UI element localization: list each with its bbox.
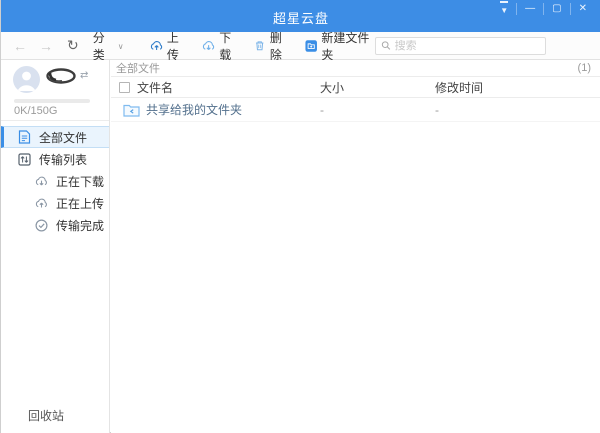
search-box[interactable]	[375, 37, 546, 55]
toolbar-actions: 上传 下载 删除 新建文件夹	[150, 29, 375, 63]
menu-dropdown-icon: ▼	[500, 1, 508, 18]
delete-button[interactable]: 删除	[254, 29, 291, 63]
cloud-up-icon	[35, 196, 49, 210]
file-modified: -	[435, 103, 600, 117]
window-title: 超星云盘	[273, 8, 329, 27]
cloud-download-icon	[202, 39, 215, 52]
category-label: 分类	[93, 29, 114, 63]
sidebar: ⇄ 0K/150G 全部文件 传输列表	[1, 60, 110, 433]
upload-button[interactable]: 上传	[150, 29, 188, 63]
cloud-down-icon	[35, 174, 49, 188]
forward-icon[interactable]: →	[39, 38, 53, 54]
refresh-icon[interactable]: ↻	[67, 37, 79, 54]
search-input[interactable]	[395, 40, 540, 52]
column-header-modified[interactable]: 修改时间	[435, 79, 600, 96]
shared-folder-icon	[123, 103, 140, 117]
chevron-down-icon: ∨	[118, 42, 124, 51]
search-icon	[381, 40, 391, 51]
sidebar-item-completed[interactable]: 传输完成	[1, 214, 109, 236]
item-count: (1)	[578, 62, 591, 74]
sidebar-item-label: 正在上传	[56, 195, 104, 212]
trash-icon	[254, 39, 265, 52]
delete-label: 删除	[270, 29, 291, 63]
download-label: 下载	[219, 29, 240, 63]
column-header-size[interactable]: 大小	[320, 79, 435, 96]
title-bar: 超星云盘 ▼ — ▢ ✕	[1, 0, 600, 32]
sidebar-item-label: 传输列表	[39, 151, 87, 168]
upload-label: 上传	[167, 29, 188, 63]
avatar[interactable]	[13, 66, 40, 93]
close-button[interactable]: ✕	[571, 0, 595, 18]
check-circle-icon	[35, 218, 49, 232]
person-icon	[13, 66, 40, 93]
sidebar-item-downloading[interactable]: 正在下载	[1, 170, 109, 192]
sidebar-item-recycle-bin[interactable]: 回收站	[28, 407, 64, 424]
new-folder-label: 新建文件夹	[321, 29, 374, 63]
select-all-checkbox[interactable]	[119, 82, 130, 93]
storage-usage: 0K/150G	[14, 105, 57, 117]
transfer-icon	[18, 152, 32, 166]
table-row[interactable]: 共享给我的文件夹 - -	[111, 98, 600, 122]
minimize-button[interactable]: —	[517, 0, 543, 18]
redacted-username	[46, 68, 76, 84]
maximize-button[interactable]: ▢	[544, 0, 569, 18]
table-header: 文件名 大小 修改时间	[111, 77, 600, 98]
new-folder-icon	[305, 39, 317, 53]
download-button[interactable]: 下载	[202, 29, 240, 63]
storage-progressbar	[14, 99, 90, 103]
window-menu-button[interactable]: ▼	[492, 0, 516, 20]
breadcrumb-row: 全部文件 (1)	[111, 60, 600, 77]
switch-account-icon[interactable]: ⇄	[80, 70, 88, 81]
cloud-upload-icon	[150, 39, 163, 52]
back-icon[interactable]: ←	[13, 38, 27, 54]
file-size: -	[320, 103, 435, 117]
sidebar-item-label: 全部文件	[39, 129, 87, 146]
sidebar-item-all-files[interactable]: 全部文件	[1, 126, 109, 148]
sidebar-item-uploading[interactable]: 正在上传	[1, 192, 109, 214]
new-folder-button[interactable]: 新建文件夹	[305, 29, 375, 63]
sidebar-item-label: 传输完成	[56, 217, 104, 234]
main-panel: 全部文件 (1) 文件名 大小 修改时间 共享给我的文件夹 - -	[111, 60, 600, 433]
column-header-name[interactable]: 文件名	[137, 79, 173, 96]
breadcrumb[interactable]: 全部文件	[116, 60, 160, 76]
sidebar-item-transfer-list[interactable]: 传输列表	[1, 148, 109, 170]
toolbar: ← → ↻ 分类 ∨ 上传 下载 删除	[1, 32, 600, 60]
user-panel: ⇄ 0K/150G	[1, 60, 109, 121]
sidebar-nav: 全部文件 传输列表 正在下载	[1, 126, 109, 236]
category-dropdown[interactable]: 分类 ∨	[93, 29, 124, 63]
file-name[interactable]: 共享给我的文件夹	[146, 101, 242, 118]
sidebar-item-label: 正在下载	[56, 173, 104, 190]
app-window: { "window": { "title": "超星云盘", "controls…	[0, 0, 600, 433]
document-icon	[18, 130, 32, 144]
window-controls: ▼ — ▢ ✕	[492, 0, 595, 18]
